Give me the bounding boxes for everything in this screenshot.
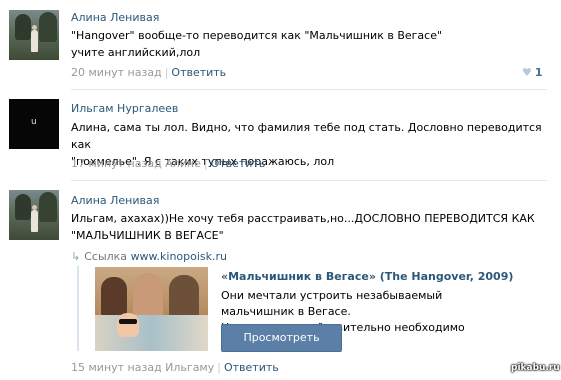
reply-link[interactable]: Ответить <box>224 361 279 374</box>
comment-meta: 17 минут назад Алине | Ответить <box>71 157 266 170</box>
comment-text: Ильгам, ахахах))Не хочу тебя расстраиват… <box>71 212 535 242</box>
author-name[interactable]: Алина Ленивая <box>71 194 159 207</box>
avatar-letter: u <box>31 117 37 127</box>
divider <box>71 89 547 90</box>
author-name[interactable]: Ильгам Нургалеев <box>71 102 178 115</box>
link-url[interactable]: www.kinopoisk.ru <box>131 250 227 263</box>
watch-button[interactable]: Просмотреть <box>221 324 342 352</box>
reply-link[interactable]: Ответить <box>211 157 266 170</box>
avatar[interactable] <box>9 10 59 60</box>
like-count: 1 <box>534 66 543 79</box>
comment-meta: 20 минут назад | Ответить <box>71 66 227 79</box>
comment-meta: 15 минут назад Ильгаму | Ответить <box>71 361 279 374</box>
like-button[interactable]: ♥ 1 <box>522 66 543 79</box>
reply-link[interactable]: Ответить <box>171 66 226 79</box>
link-attachment: ↳ Ссылка www.kinopoisk.ru «Мальчишник в В… <box>71 250 521 354</box>
comment-text: "Hangover" вообще-то переводится как "Ма… <box>71 29 443 59</box>
film-poster-image[interactable] <box>95 267 208 351</box>
quote-bar <box>77 266 79 351</box>
heart-icon: ♥ <box>522 66 532 79</box>
divider <box>71 180 547 181</box>
site-watermark: pikabu.ru <box>511 363 560 373</box>
timestamp[interactable]: 15 минут назад Ильгаму <box>71 361 214 374</box>
timestamp[interactable]: 17 минут назад Алине <box>71 157 201 170</box>
film-title-link[interactable]: «Мальчишник в Вегасе» (The Hangover, 200… <box>221 270 513 283</box>
link-header: ↳ Ссылка www.kinopoisk.ru <box>71 250 228 263</box>
link-icon: ↳ <box>71 250 81 263</box>
timestamp[interactable]: 20 минут назад <box>71 66 162 79</box>
author-name[interactable]: Алина Ленивая <box>71 11 159 24</box>
avatar[interactable]: u <box>9 99 59 149</box>
avatar[interactable] <box>9 190 59 240</box>
